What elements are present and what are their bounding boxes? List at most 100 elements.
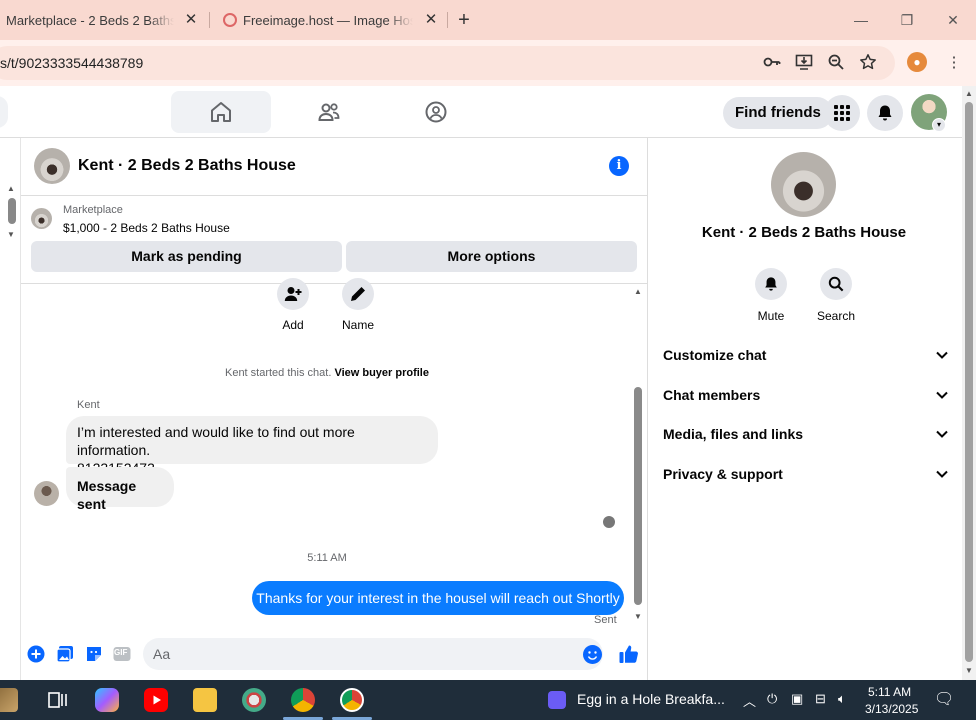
photo-attach-icon[interactable] (56, 645, 74, 663)
chrome-icon[interactable] (291, 688, 315, 712)
nav-friends-tab[interactable] (279, 91, 379, 133)
search-label: Search (816, 309, 856, 323)
notifications-center-icon[interactable]: 🗨︎ (934, 689, 954, 709)
restore-icon[interactable]: ❐ (895, 8, 919, 32)
scroll-down-icon[interactable]: ▼ (7, 230, 15, 239)
file-explorer-icon[interactable] (193, 688, 217, 712)
sender-avatar[interactable] (34, 481, 59, 506)
plus-actions-icon[interactable] (27, 645, 45, 663)
close-tab-icon[interactable]: ✕ (421, 10, 441, 30)
more-options-button[interactable]: More options (346, 241, 637, 272)
browser-tab-freeimage[interactable]: Freeimage.host — Image Hosti ✕ (213, 6, 445, 34)
tab-divider (447, 12, 448, 28)
scroll-thumb[interactable] (8, 198, 16, 224)
scroll-down-icon[interactable]: ▼ (965, 666, 973, 675)
browser-menu-icon[interactable]: ⋮ (944, 53, 964, 73)
sticker-icon[interactable] (85, 645, 103, 663)
conversation-title: Kent · 2 Beds 2 Baths House (701, 224, 907, 241)
mark-as-pending-button[interactable]: Mark as pending (31, 241, 342, 272)
snipping-tool-icon[interactable] (242, 688, 266, 712)
media-files-links-section[interactable]: Media, files and links (663, 422, 948, 446)
like-thumbs-up-icon[interactable] (618, 643, 640, 665)
search-action[interactable]: Search (811, 268, 861, 323)
nav-home-tab[interactable] (171, 91, 271, 133)
browser-tab-marketplace[interactable]: Marketplace - 2 Beds 2 Baths H ✕ (0, 6, 205, 34)
scroll-up-icon[interactable]: ▲ (7, 184, 15, 193)
section-label: Privacy & support (663, 466, 783, 482)
browser-toolbar: s/t/9023333544438789 ⋮ (0, 40, 976, 86)
clock-time[interactable]: 5:11 AM (868, 685, 911, 699)
scroll-up-icon[interactable]: ▲ (965, 89, 973, 98)
scroll-down-icon[interactable]: ▼ (634, 612, 642, 621)
gif-icon[interactable]: GIF (113, 645, 131, 663)
chat-title[interactable]: Kent · 2 Beds 2 Baths House (78, 157, 296, 175)
message-timestamp: 5:11 AM (307, 552, 347, 564)
install-app-icon[interactable] (794, 53, 814, 73)
find-friends-button[interactable]: Find friends (723, 97, 833, 129)
incoming-message[interactable]: I’m interested and would like to find ou… (66, 416, 438, 476)
media-title[interactable]: Egg in a Hole Breakfa... (577, 691, 725, 707)
page-scroll-thumb[interactable] (965, 102, 973, 662)
add-label: Add (282, 318, 304, 332)
password-key-icon[interactable] (762, 53, 782, 73)
message-composer: GIF (21, 632, 648, 680)
window-close-icon[interactable]: ✕ (941, 8, 965, 32)
message-line: I’m interested and would like to find ou… (77, 424, 355, 458)
listing-thumbnail[interactable] (31, 208, 52, 229)
pencil-icon (342, 278, 374, 310)
page-scrollbar[interactable]: ▲ ▼ (962, 86, 976, 680)
clock-date[interactable]: 3/13/2025 (865, 702, 918, 716)
groups-icon (425, 101, 447, 123)
conversation-photo[interactable] (771, 152, 836, 217)
incoming-message[interactable]: Message sent (66, 467, 174, 512)
privacy-support-section[interactable]: Privacy & support (663, 462, 948, 486)
account-chevron-down-icon[interactable]: ▾ (932, 118, 946, 132)
browser-profile-icon[interactable]: ● (907, 52, 927, 72)
tab-title: Marketplace - 2 Beds 2 Baths H (6, 12, 174, 28)
network-icon[interactable]: ⊟ (815, 691, 826, 707)
chevron-down-icon (936, 467, 948, 481)
mute-action[interactable]: Mute (746, 268, 796, 323)
chat-list-scrollbar[interactable]: ▲ ▼ (0, 138, 21, 680)
webcam-icon[interactable]: ▣ (791, 691, 803, 707)
minimize-icon[interactable]: — (849, 8, 873, 32)
info-icon[interactable]: i (609, 156, 629, 176)
home-icon (211, 102, 231, 122)
freeimage-favicon-icon (223, 13, 237, 27)
listing-price-title[interactable]: $1,000 - 2 Beds 2 Baths House (63, 221, 230, 235)
url-text: s/t/9023333544438789 (0, 55, 144, 71)
bookmark-star-icon[interactable] (858, 53, 878, 73)
notifications-button[interactable] (867, 95, 903, 131)
nav-groups-tab[interactable] (386, 91, 486, 133)
customize-chat-section[interactable]: Customize chat (663, 343, 948, 367)
close-tab-icon[interactable]: ✕ (181, 10, 201, 30)
grid-menu-icon (834, 105, 850, 121)
outgoing-message[interactable]: Thanks for your interest in the housel w… (252, 581, 624, 615)
copilot-icon[interactable] (95, 688, 119, 712)
chrome-profile-icon[interactable] (340, 688, 364, 712)
scroll-up-icon[interactable]: ▲ (634, 287, 642, 296)
task-view-icon[interactable] (46, 688, 70, 712)
view-buyer-profile-link[interactable]: View buyer profile (334, 367, 429, 379)
address-bar[interactable]: s/t/9023333544438789 (0, 46, 895, 80)
chat-members-section[interactable]: Chat members (663, 383, 948, 407)
listing-photo[interactable] (34, 148, 70, 184)
menu-grid-button[interactable] (824, 95, 860, 131)
media-play-icon[interactable] (548, 691, 566, 709)
youtube-icon[interactable] (144, 688, 168, 712)
message-input[interactable] (143, 638, 603, 670)
chat-started-notice: Kent started this chat. View buyer profi… (21, 367, 633, 379)
emoji-icon[interactable] (583, 645, 602, 664)
new-tab-button[interactable]: + (453, 9, 475, 31)
chat-scroll-thumb[interactable] (634, 387, 642, 605)
weather-widget-icon[interactable] (0, 688, 18, 712)
tab-title: Freeimage.host — Image Hosti (243, 12, 413, 28)
tray-chevron-up-icon[interactable]: ︿ (743, 691, 756, 710)
add-person-action[interactable]: Add (263, 278, 323, 332)
section-label: Customize chat (663, 347, 767, 363)
chat-pane: Kent · 2 Beds 2 Baths House i Marketplac… (21, 138, 648, 680)
volume-icon[interactable]: 🔈︎ (838, 691, 846, 707)
power-icon[interactable]: ⏻ (767, 691, 777, 707)
name-chat-action[interactable]: Name (328, 278, 388, 332)
zoom-icon[interactable] (826, 53, 846, 73)
